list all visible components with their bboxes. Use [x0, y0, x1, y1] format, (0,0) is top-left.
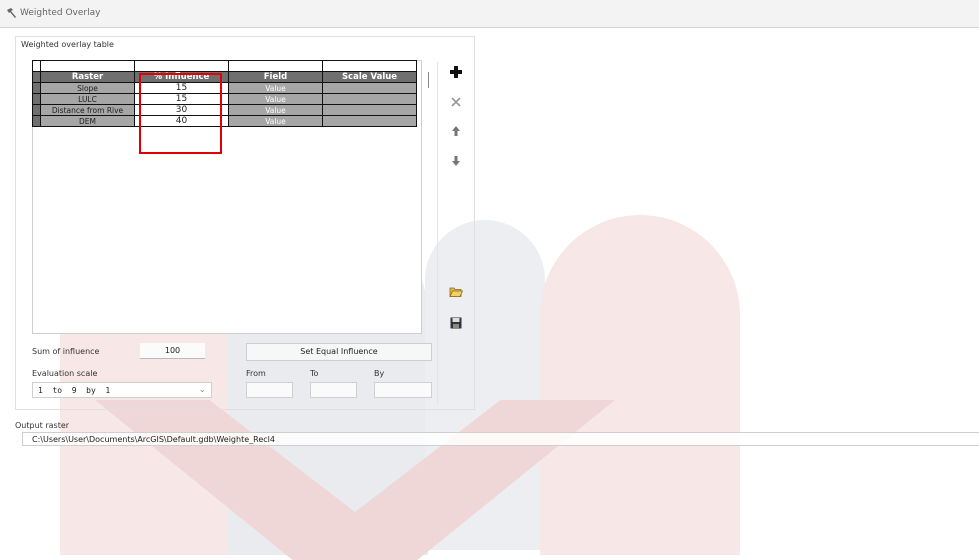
table-header-spacer	[32, 60, 417, 72]
move-down-button[interactable]	[446, 151, 466, 171]
scale-value-cell[interactable]	[322, 82, 417, 94]
to-input[interactable]	[310, 382, 357, 398]
by-input[interactable]	[374, 382, 432, 398]
table-row[interactable]: Distance from Rive 30 Value	[32, 104, 417, 116]
sum-of-influence-label: Sum of influence	[32, 347, 100, 356]
row-selector[interactable]	[32, 104, 41, 116]
open-button[interactable]	[446, 281, 466, 301]
raster-cell[interactable]: Slope	[40, 82, 135, 94]
scale-value-cell[interactable]	[322, 104, 417, 116]
from-label: From	[246, 369, 266, 378]
field-cell[interactable]: Value	[228, 82, 323, 94]
chevron-down-icon: ⌄	[198, 385, 206, 395]
move-up-button[interactable]	[446, 121, 466, 141]
table-splitter[interactable]	[428, 72, 429, 88]
column-raster[interactable]: Raster	[40, 71, 135, 83]
influence-highlight-box	[139, 73, 222, 154]
watermark-shape-right	[540, 215, 740, 555]
header-selector	[32, 71, 41, 83]
weighted-overlay-table: Raster % Influence Field Scale Value Slo…	[32, 60, 417, 127]
row-selector[interactable]	[32, 93, 41, 105]
field-cell[interactable]: Value	[228, 104, 323, 116]
move-down-icon	[452, 156, 460, 166]
column-field[interactable]: Field	[228, 71, 323, 83]
table-row[interactable]: Slope 15 Value	[32, 82, 417, 94]
sum-of-influence-value: 100	[140, 343, 205, 359]
add-icon	[450, 66, 462, 78]
output-raster-label: Output raster	[15, 421, 70, 430]
table-row[interactable]: DEM 40 Value	[32, 115, 417, 127]
evaluation-scale-value: 1 to 9 by 1	[38, 386, 111, 395]
row-selector[interactable]	[32, 82, 41, 94]
table-row[interactable]: LULC 15 Value	[32, 93, 417, 105]
scale-value-cell[interactable]	[322, 115, 417, 127]
field-cell[interactable]: Value	[228, 93, 323, 105]
to-label: To	[310, 369, 319, 378]
row-selector[interactable]	[32, 115, 41, 127]
raster-cell[interactable]: LULC	[40, 93, 135, 105]
scale-value-cell[interactable]	[322, 93, 417, 105]
raster-cell[interactable]: DEM	[40, 115, 135, 127]
raster-cell[interactable]: Distance from Rive	[40, 104, 135, 116]
by-label: By	[374, 369, 385, 378]
title-bar: Weighted Overlay	[0, 0, 979, 28]
table-header: Raster % Influence Field Scale Value	[32, 71, 417, 83]
from-input[interactable]	[246, 382, 293, 398]
window-title: Weighted Overlay	[20, 8, 101, 18]
group-label: Weighted overlay table	[21, 40, 114, 49]
column-scale-value[interactable]: Scale Value	[322, 71, 417, 83]
hammer-icon	[7, 8, 16, 18]
side-divider	[437, 62, 438, 404]
remove-icon	[451, 97, 461, 107]
save-icon	[450, 317, 462, 329]
save-button[interactable]	[446, 313, 466, 333]
watermark-shape-v	[95, 400, 615, 560]
set-equal-influence-button[interactable]: Set Equal Influence	[246, 343, 432, 361]
open-folder-icon	[449, 287, 463, 297]
evaluation-scale-select[interactable]: 1 to 9 by 1 ⌄	[32, 382, 212, 398]
output-raster-input[interactable]: C:\Users\User\Documents\ArcGIS\Default.g…	[22, 432, 979, 446]
field-cell[interactable]: Value	[228, 115, 323, 127]
move-up-icon	[452, 126, 460, 136]
add-button[interactable]	[446, 62, 466, 82]
output-raster-path: C:\Users\User\Documents\ArcGIS\Default.g…	[32, 435, 275, 444]
evaluation-scale-label: Evaluation scale	[32, 369, 98, 378]
remove-button[interactable]	[446, 92, 466, 112]
